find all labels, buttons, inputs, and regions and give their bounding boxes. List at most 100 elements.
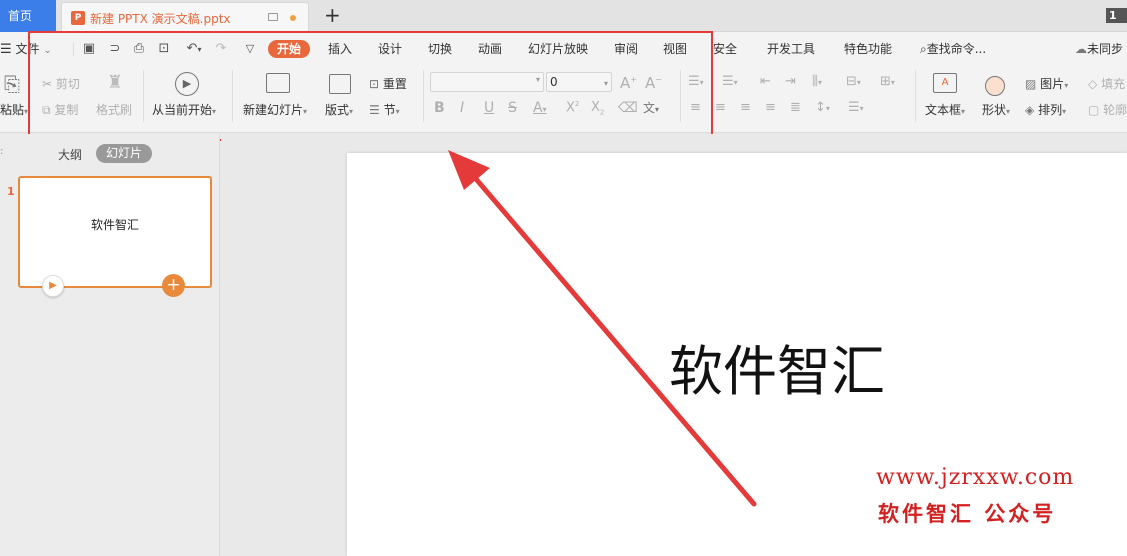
tab-review[interactable]: 审阅 <box>614 40 638 58</box>
page-count-badge: 1 <box>1106 8 1127 23</box>
tab-transitions[interactable]: 切换 <box>428 40 452 58</box>
subscript-icon[interactable]: X2 <box>591 100 604 117</box>
play-slide-icon[interactable]: ▶ <box>42 275 64 297</box>
paste-button[interactable]: 粘贴▾ <box>0 101 28 118</box>
picture-icon: ▨ <box>1025 77 1037 91</box>
divider <box>423 70 424 122</box>
shape-button[interactable]: 形状▾ <box>982 101 1010 118</box>
divider <box>915 70 916 122</box>
cut-button[interactable]: ✂ 剪切 <box>42 75 80 92</box>
monitor-icon[interactable] <box>268 13 278 21</box>
clear-format-icon[interactable]: ⌫ <box>618 100 638 116</box>
copy-button[interactable]: ⧉ 复制 <box>42 101 78 118</box>
divider <box>73 42 74 56</box>
tab-design[interactable]: 设计 <box>378 40 402 58</box>
scissors-icon: ✂ <box>42 77 53 91</box>
tab-slideshow[interactable]: 幻灯片放映 <box>528 40 588 58</box>
format-painter-button[interactable]: 格式刷 <box>96 101 132 118</box>
chevron-down-icon: ⌄ <box>43 45 52 56</box>
add-slide-icon[interactable]: + <box>162 274 185 297</box>
title-tab-bar: 首页 P 新建 PPTX 演示文稿.pptx + 1 <box>0 0 1127 32</box>
align-text-icon[interactable]: ⊞▾ <box>880 74 895 89</box>
hamburger-icon: ☰ <box>0 42 12 57</box>
tab-view[interactable]: 视图 <box>663 40 687 58</box>
paste-icon[interactable]: ⎘ <box>0 72 24 96</box>
command-search[interactable]: ⌕查找命令... <box>920 40 986 58</box>
divider <box>680 70 681 122</box>
layout-button[interactable]: 版式▾ <box>325 101 353 118</box>
slide-title[interactable]: 软件智汇 <box>669 327 885 406</box>
line-spacing-icon[interactable]: ↕▾ <box>815 100 830 115</box>
copy-icon: ⧉ <box>42 103 51 117</box>
customize-quick-access-icon[interactable]: ▽ <box>243 42 257 56</box>
bullet-list-icon[interactable]: ☰▾ <box>688 74 704 89</box>
new-tab-plus-icon[interactable]: + <box>324 4 341 26</box>
export-icon[interactable]: ⊃ <box>108 42 122 56</box>
fill-button[interactable]: ◇ 填充 <box>1088 75 1125 92</box>
divider <box>232 70 233 122</box>
watermark-brand: 软件智汇 公众号 <box>878 501 1057 526</box>
collapse-panel-icon[interactable]: : <box>0 146 3 157</box>
distribute-icon[interactable]: ≣ <box>790 100 801 115</box>
print-icon[interactable]: ⎙ <box>132 42 146 56</box>
paragraph-spacing-icon[interactable]: ☰▾ <box>848 100 864 115</box>
slide[interactable]: 软件智汇 <box>347 153 1127 556</box>
decrease-indent-icon[interactable]: ⇤ <box>760 74 771 89</box>
align-center-icon[interactable]: ≡ <box>715 100 726 115</box>
tab-outline[interactable]: 大纲 <box>58 146 82 163</box>
tab-insert[interactable]: 插入 <box>328 40 352 58</box>
bold-icon[interactable]: B <box>434 100 445 116</box>
tab-developer[interactable]: 开发工具 <box>767 40 815 58</box>
italic-icon[interactable]: I <box>460 100 464 116</box>
slide-number: 1 <box>7 185 15 198</box>
increase-font-icon[interactable]: A+ <box>620 74 637 92</box>
outline-icon: ▢ <box>1088 103 1100 117</box>
strikethrough-icon[interactable]: S <box>508 100 517 116</box>
outline-button[interactable]: ▢ 轮廓 <box>1088 101 1127 118</box>
decrease-font-icon[interactable]: A− <box>645 74 662 92</box>
textbox-icon[interactable]: A <box>933 73 957 93</box>
new-slide-button[interactable]: 新建幻灯片▾ <box>243 101 307 118</box>
underline-icon[interactable]: U <box>484 100 494 116</box>
document-tab[interactable]: P 新建 PPTX 演示文稿.pptx <box>61 2 309 32</box>
tab-slides[interactable]: 幻灯片 <box>96 144 153 163</box>
home-tab[interactable]: 首页 <box>0 0 56 32</box>
tab-animation[interactable]: 动画 <box>478 40 502 58</box>
column-icon[interactable]: ⫼▾ <box>812 74 822 89</box>
text-direction-icon[interactable]: ⊟▾ <box>846 74 861 89</box>
new-slide-icon[interactable] <box>266 73 290 93</box>
phonetic-guide-icon[interactable]: 文▾ <box>643 99 659 116</box>
font-name-field[interactable]: ▾ <box>430 72 544 92</box>
redo-icon[interactable]: ↷ <box>214 42 228 56</box>
justify-icon[interactable]: ≡ <box>765 100 776 115</box>
increase-indent-icon[interactable]: ⇥ <box>785 74 796 89</box>
reset-button[interactable]: ⊡ 重置 <box>369 75 407 92</box>
font-color-icon[interactable]: A▾ <box>533 100 547 116</box>
shape-icon[interactable] <box>985 76 1005 96</box>
sync-status[interactable]: ☁未同步 <box>1075 40 1123 58</box>
layout-icon[interactable] <box>329 74 351 94</box>
numbered-list-icon[interactable]: ☰▾ <box>722 74 738 89</box>
tab-special-features[interactable]: 特色功能 <box>844 40 892 58</box>
tab-security[interactable]: 安全 <box>713 40 737 58</box>
picture-button[interactable]: ▨ 图片▾ <box>1025 75 1068 92</box>
play-icon[interactable]: ▶ <box>175 72 199 96</box>
tab-home[interactable]: 开始 <box>268 40 311 58</box>
align-right-icon[interactable]: ≡ <box>740 100 751 115</box>
format-painter-icon: ♜ <box>106 72 124 93</box>
save-icon[interactable]: ▣ <box>82 42 96 56</box>
textbox-button[interactable]: 文本框▾ <box>925 101 965 118</box>
slide-thumbnail[interactable]: 软件智汇 <box>18 176 212 288</box>
section-button[interactable]: ☰ 节▾ <box>369 101 400 118</box>
print-preview-icon[interactable]: ⊡ <box>157 42 171 56</box>
watermark-url: www.jzrxxw.com <box>876 465 1075 490</box>
from-current-button[interactable]: 从当前开始▾ <box>152 101 216 118</box>
unsaved-dot-icon <box>290 15 296 21</box>
undo-icon[interactable]: ↶▾ <box>183 42 205 56</box>
superscript-icon[interactable]: X2 <box>566 100 579 115</box>
arrange-icon: ◈ <box>1025 103 1035 117</box>
arrange-button[interactable]: ◈ 排列▾ <box>1025 101 1066 118</box>
align-left-icon[interactable]: ≡ <box>690 100 701 115</box>
file-menu[interactable]: ☰ 文件 ⌄ <box>0 40 52 58</box>
font-size-field[interactable]: 0 ▾ <box>546 72 612 92</box>
